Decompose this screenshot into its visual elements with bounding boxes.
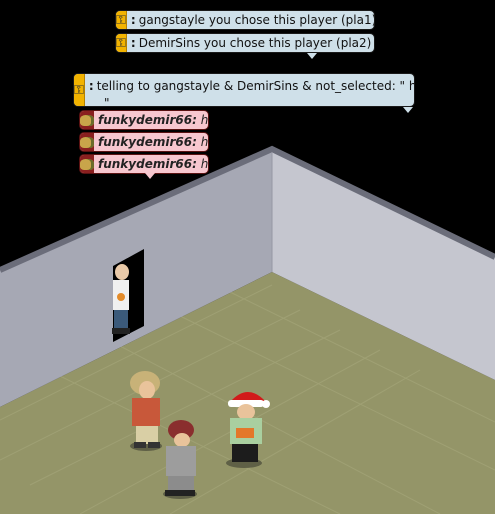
key-icon: ⚿ (116, 34, 127, 52)
avatar-head-icon (80, 155, 94, 173)
chat-username: funkydemir66: (98, 157, 197, 171)
system-message-text: telling to gangstayle & DemirSins & not_… (96, 79, 415, 93)
system-message-2[interactable]: ⚿ : DemirSins you chose this player (pla2… (115, 33, 375, 53)
chat-text: hi (200, 157, 209, 171)
chat-text: hi (200, 113, 209, 127)
chat-message-2[interactable]: funkydemir66: hi (79, 132, 209, 152)
bubble-tail (307, 53, 317, 59)
chat-text: hi (200, 135, 209, 149)
key-icon: ⚿ (74, 74, 85, 106)
chat-username: funkydemir66: (98, 135, 197, 149)
system-message-1[interactable]: ⚿ : gangstayle you chose this player (pla… (115, 10, 375, 30)
bubble-tail (145, 173, 155, 179)
chat-username: funkydemir66: (98, 113, 197, 127)
avatar-head-icon (80, 133, 94, 151)
system-message-3[interactable]: ⚿ : telling to gangstayle & DemirSins & n… (73, 73, 415, 107)
chat-message-1[interactable]: funkydemir66: hi (79, 110, 209, 130)
avatar-head-icon (80, 111, 94, 129)
system-message-text: DemirSins you chose this player (pla2) (138, 36, 372, 50)
bubble-tail (403, 107, 413, 113)
system-message-text: gangstayle you chose this player (pla1) (138, 13, 375, 27)
key-icon: ⚿ (116, 11, 127, 29)
system-message-overflow: " (104, 96, 110, 107)
chat-message-3[interactable]: funkydemir66: hi (79, 154, 209, 174)
